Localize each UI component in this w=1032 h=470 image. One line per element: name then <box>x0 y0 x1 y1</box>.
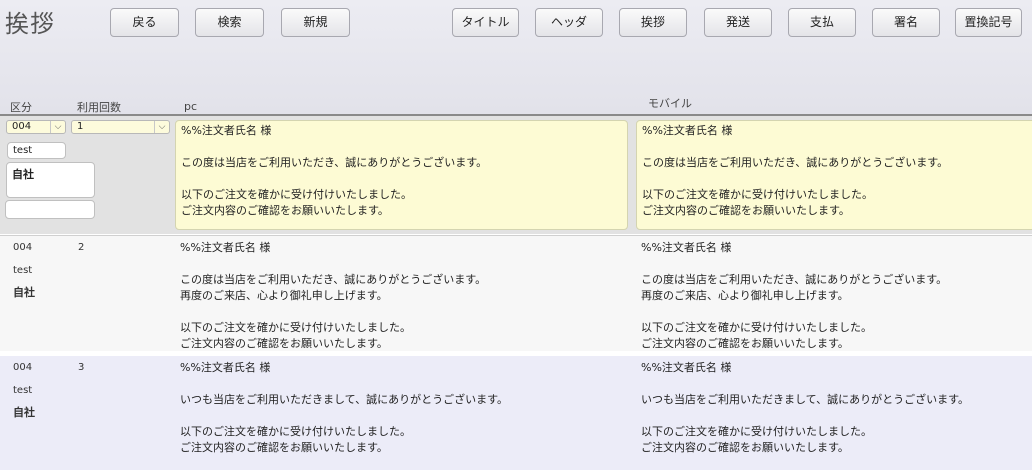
pc-message: %%注文者氏名 様 いつも当店をご利用いただきまして、誠にありがとうございます。… <box>180 361 509 454</box>
owner-textarea[interactable]: 自社 <box>6 162 95 198</box>
table-row[interactable]: 004 ⌵ 1 ⌵ test 自社 %%注文者氏名 様 この度は当店をご利用いた… <box>0 116 1032 234</box>
shipping-button[interactable]: 発送 <box>704 8 772 37</box>
column-header-pc: pc <box>184 100 198 113</box>
category-select-value: 004 <box>12 121 32 132</box>
table-row[interactable]: 004 3 test 自社 %%注文者氏名 様 いつも当店をご利用いただきまして… <box>0 356 1032 470</box>
chevron-down-icon[interactable]: ⌵ <box>154 121 169 133</box>
search-button[interactable]: 検索 <box>195 8 264 37</box>
header-button[interactable]: ヘッダ <box>535 8 603 37</box>
new-button[interactable]: 新規 <box>281 8 350 37</box>
column-header-mobile: モバイル <box>648 97 692 110</box>
usage-count-value: 2 <box>78 242 85 253</box>
back-button[interactable]: 戻る <box>110 8 179 37</box>
signature-button[interactable]: 署名 <box>872 8 940 37</box>
owner-value: 自社 <box>13 286 35 299</box>
name-input[interactable]: test <box>7 142 66 159</box>
pc-message-textarea[interactable]: %%注文者氏名 様 この度は当店をご利用いただき、誠にありがとうございます。 以… <box>175 120 628 230</box>
usage-count-select-value: 1 <box>77 121 84 132</box>
category-value: 004 <box>13 242 33 253</box>
name-value: test <box>13 265 33 276</box>
usage-count-value: 3 <box>78 362 85 373</box>
owner-value: 自社 <box>12 168 34 181</box>
replace-code-button[interactable]: 置換記号 <box>955 8 1022 37</box>
greeting-button[interactable]: 挨拶 <box>619 8 687 37</box>
category-select[interactable]: 004 ⌵ <box>6 120 66 134</box>
mobile-message: %%注文者氏名 様 この度は当店をご利用いただき、誠にありがとうございます。 再… <box>641 241 948 348</box>
title-button[interactable]: タイトル <box>452 8 519 37</box>
table-row[interactable]: 004 2 test 自社 %%注文者氏名 様 この度は当店をご利用いただき、誠… <box>0 235 1032 351</box>
category-value: 004 <box>13 362 33 373</box>
owner-value: 自社 <box>13 406 35 419</box>
toolbar-area: 挨拶 戻る 検索 新規 タイトル ヘッダ 挨拶 発送 支払 署名 置換記号 区分… <box>0 0 1032 114</box>
usage-count-select[interactable]: 1 ⌵ <box>71 120 170 134</box>
mobile-message: %%注文者氏名 様 いつも当店をご利用いただきまして、誠にありがとうございます。… <box>641 361 970 454</box>
column-header-category: 区分 <box>10 101 32 114</box>
extra-input[interactable] <box>5 200 95 219</box>
column-header-usage-count: 利用回数 <box>77 101 121 114</box>
name-value: test <box>13 385 33 396</box>
mobile-message-textarea[interactable]: %%注文者氏名 様 この度は当店をご利用いただき、誠にありがとうございます。 以… <box>636 120 1032 230</box>
page-title: 挨拶 <box>5 10 55 38</box>
pc-message: %%注文者氏名 様 この度は当店をご利用いただき、誠にありがとうございます。 再… <box>180 241 487 348</box>
chevron-down-icon[interactable]: ⌵ <box>50 121 65 133</box>
payment-button[interactable]: 支払 <box>788 8 856 37</box>
